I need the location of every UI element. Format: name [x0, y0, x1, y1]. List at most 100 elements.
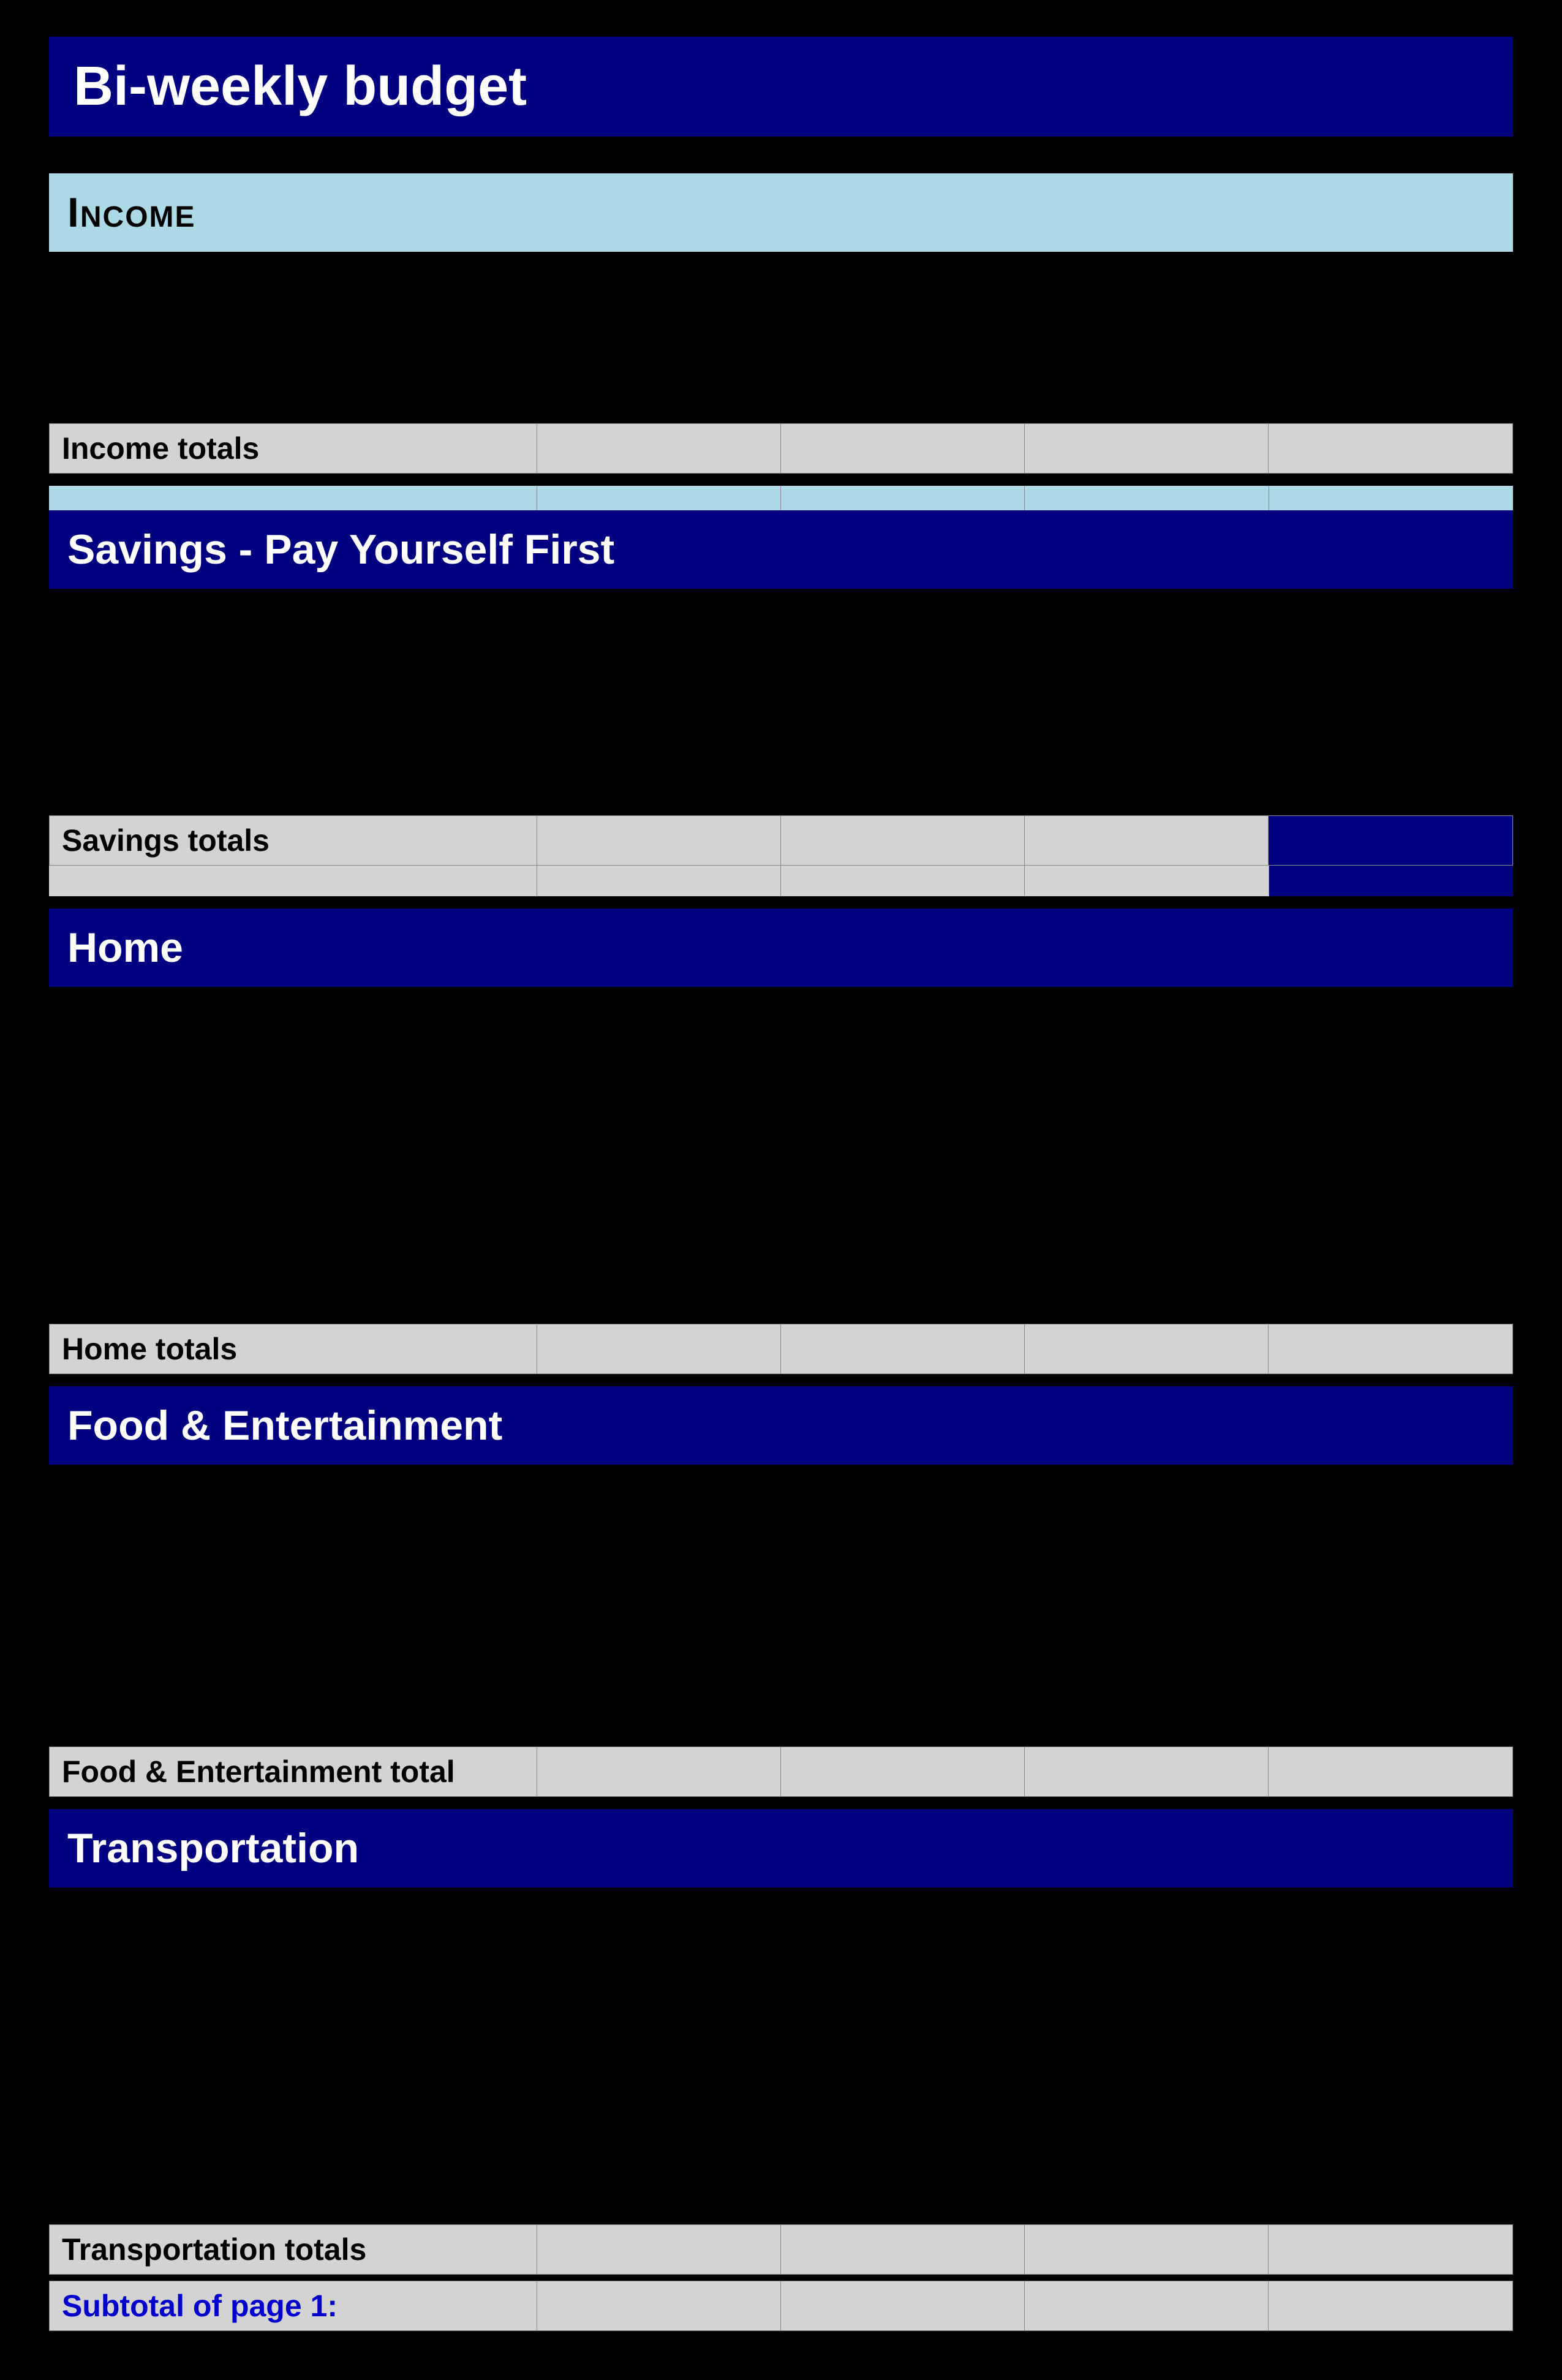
income-cell-1-3 [781, 258, 1025, 313]
accent-row-1 [49, 486, 1513, 510]
food-cell-5-1 [49, 1691, 537, 1747]
home-totals-label: Home totals [62, 1331, 237, 1367]
home-cell-3-2 [537, 1103, 781, 1158]
food-cell-3-1 [49, 1581, 537, 1636]
savings-row-3 [49, 705, 1513, 760]
savings-cell-2-4 [1025, 650, 1269, 705]
savings-cell-2-2 [537, 650, 781, 705]
savings-cell-1-4 [1025, 595, 1269, 650]
income-cell-1-4 [1025, 258, 1269, 313]
transportation-section: Transportation [49, 1809, 1513, 2331]
food-cell-4-4 [1025, 1636, 1269, 1691]
trans-cell-4-1 [49, 2059, 537, 2114]
trans-cell-2-3 [781, 1949, 1025, 2004]
trans-totals-cell-2 [537, 2225, 781, 2274]
trans-cell-1-2 [537, 1894, 781, 1949]
savings-cell-1-2 [537, 595, 781, 650]
income-totals-cell-4 [1025, 424, 1269, 473]
home-cell-1-1 [49, 993, 537, 1048]
home-cell-5-1 [49, 1214, 537, 1269]
trans-cell-1-1 [49, 1894, 537, 1949]
trans-cell-6-5 [1269, 2169, 1513, 2224]
home-cell-3-5 [1269, 1103, 1513, 1158]
income-cell-2-1 [49, 313, 537, 368]
savings-cell-3-4 [1025, 705, 1269, 760]
trans-cell-2-1 [49, 1949, 537, 2004]
trans-totals-cell-3 [781, 2225, 1025, 2274]
home-totals-cell-4 [1025, 1324, 1269, 1373]
page-title: Bi-weekly budget [74, 55, 1488, 118]
savings-cell-2-1 [49, 650, 537, 705]
trans-row-5 [49, 2114, 1513, 2169]
savings-cell-3-1 [49, 705, 537, 760]
sep-cell-2 [537, 866, 781, 896]
home-cell-6-5 [1269, 1269, 1513, 1324]
savings-cell-4-3 [781, 760, 1025, 815]
food-totals-cell-5 [1269, 1747, 1512, 1796]
home-cell-6-4 [1025, 1269, 1269, 1324]
trans-cell-6-2 [537, 2169, 781, 2224]
trans-row-1 [49, 1894, 1513, 1949]
food-cell-3-2 [537, 1581, 781, 1636]
food-cell-4-1 [49, 1636, 537, 1691]
savings-cell-4-5 [1269, 760, 1513, 815]
food-cell-1-2 [537, 1471, 781, 1526]
savings-totals-cell-5 [1269, 816, 1512, 865]
home-cell-4-1 [49, 1158, 537, 1214]
food-cell-5-3 [781, 1691, 1025, 1747]
food-totals-row: Food & Entertainment total [49, 1747, 1513, 1797]
subtotal-cell-4 [1025, 2281, 1269, 2330]
savings-cell-1-3 [781, 595, 1025, 650]
savings-header-label: Savings - Pay Yourself First [67, 526, 1495, 573]
trans-cell-4-3 [781, 2059, 1025, 2114]
home-header-label: Home [67, 924, 1495, 972]
trans-cell-6-3 [781, 2169, 1025, 2224]
income-header-label: Income [67, 189, 1495, 236]
food-cell-1-4 [1025, 1471, 1269, 1526]
food-row-5 [49, 1691, 1513, 1747]
trans-cell-2-5 [1269, 1949, 1513, 2004]
trans-cell-5-3 [781, 2114, 1025, 2169]
subtotal-cell-5 [1269, 2281, 1512, 2330]
food-totals-cell-4 [1025, 1747, 1269, 1796]
accent-cell-1-5 [1269, 486, 1513, 510]
trans-cell-5-1 [49, 2114, 537, 2169]
home-cell-1-4 [1025, 993, 1269, 1048]
trans-cell-6-1 [49, 2169, 537, 2224]
income-cell-3-1 [49, 368, 537, 423]
trans-cell-1-4 [1025, 1894, 1269, 1949]
savings-row-4 [49, 760, 1513, 815]
subtotal-cell-2 [537, 2281, 781, 2330]
savings-totals-label-cell: Savings totals [50, 816, 537, 865]
accent-cell-1-1 [49, 486, 537, 510]
sep-cell-1 [49, 866, 537, 896]
food-cell-3-4 [1025, 1581, 1269, 1636]
trans-cell-3-3 [781, 2004, 1025, 2059]
page-container: Bi-weekly budget Income [49, 37, 1513, 2331]
home-cell-3-4 [1025, 1103, 1269, 1158]
home-totals-cell-3 [781, 1324, 1025, 1373]
food-cell-1-1 [49, 1471, 537, 1526]
transportation-header-label: Transportation [67, 1824, 1495, 1872]
home-row-4 [49, 1158, 1513, 1214]
accent-cell-1-3 [781, 486, 1025, 510]
food-cell-2-2 [537, 1526, 781, 1581]
food-cell-2-3 [781, 1526, 1025, 1581]
food-totals-cell-3 [781, 1747, 1025, 1796]
trans-row-3 [49, 2004, 1513, 2059]
savings-row-1 [49, 595, 1513, 650]
home-cell-4-4 [1025, 1158, 1269, 1214]
savings-cell-2-5 [1269, 650, 1513, 705]
savings-header: Savings - Pay Yourself First [49, 510, 1513, 589]
trans-cell-3-1 [49, 2004, 537, 2059]
income-cell-3-4 [1025, 368, 1269, 423]
savings-cell-4-2 [537, 760, 781, 815]
sep-cell-4 [1025, 866, 1269, 896]
trans-cell-5-5 [1269, 2114, 1513, 2169]
savings-section: Savings - Pay Yourself First [49, 510, 1513, 896]
income-cell-3-2 [537, 368, 781, 423]
home-cell-5-2 [537, 1214, 781, 1269]
trans-row-6 [49, 2169, 1513, 2224]
food-cell-2-5 [1269, 1526, 1513, 1581]
home-totals-row: Home totals [49, 1324, 1513, 1374]
